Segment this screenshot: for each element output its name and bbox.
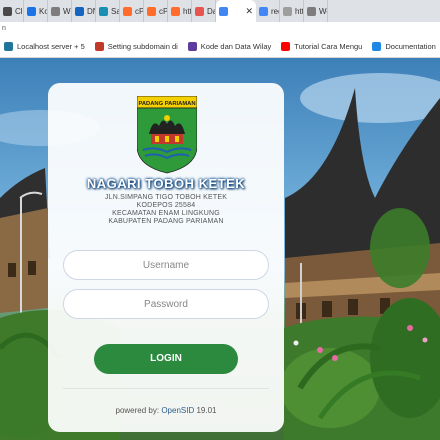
browser-tab[interactable]: Sar [96, 0, 120, 22]
browser-tab[interactable]: htt [280, 0, 304, 22]
opensid-version: 19.01 [196, 406, 217, 415]
tab-label: Clie [15, 6, 23, 16]
bookmarks-bar: Localhost server + 5 Setting subdomain di… [0, 36, 440, 58]
tab-favicon-icon [283, 6, 292, 16]
tab-favicon-icon [307, 6, 316, 16]
browser-tab[interactable]: cPa [120, 0, 144, 22]
docs-icon [372, 42, 382, 51]
tab-favicon-icon [259, 6, 268, 16]
tab-label: cPa [159, 6, 168, 16]
bookmark-item[interactable]: Setting subdomain di [94, 42, 178, 51]
bookmark-item[interactable]: Documentation [372, 42, 436, 51]
browser-tab-strip: Clie Ko Wh DN Sar cPa cPa htt Dat ✕ red htt We [0, 0, 440, 22]
bookmark-label: Tutorial Cara Mengu [294, 42, 363, 51]
svg-text:PADANG PARIAMAN: PADANG PARIAMAN [138, 101, 195, 107]
padang-pariaman-logo: PADANG PARIAMAN [137, 96, 197, 174]
address-bar[interactable]: n [0, 22, 440, 36]
bookmark-label: Setting subdomain di [107, 42, 178, 51]
address-text: n [2, 25, 6, 32]
address-line-3: KECAMATAN ENAM LINGKUNG [112, 210, 220, 217]
close-tab-icon[interactable]: ✕ [245, 6, 253, 17]
browser-tab[interactable]: htt [168, 0, 192, 22]
tab-label: red [271, 6, 279, 16]
shield-icon [187, 42, 197, 51]
tab-favicon-icon [99, 6, 108, 16]
grid-icon [94, 42, 104, 51]
tab-favicon-icon [75, 6, 84, 16]
youtube-icon [281, 42, 291, 51]
browser-tab[interactable]: Dat [192, 0, 216, 22]
browser-tab[interactable]: We [304, 0, 328, 22]
browser-tab[interactable]: cPa [144, 0, 168, 22]
village-title: NAGARI TOBOH KETEK [86, 176, 246, 191]
address-line-4: KABUPATEN PADANG PARIAMAN [108, 218, 224, 225]
tab-label: Wh [63, 6, 71, 16]
wordpress-icon [4, 42, 13, 51]
tab-favicon-icon [195, 6, 204, 16]
password-input[interactable] [63, 289, 269, 319]
powered-by-footer: powered by: OpenSID 19.01 [48, 406, 284, 415]
browser-tab[interactable]: Clie [0, 0, 24, 22]
tab-label: DN [87, 6, 95, 16]
username-input[interactable] [63, 250, 269, 280]
bookmark-label: Documentation [385, 42, 436, 51]
browser-tab[interactable]: ✕ [216, 0, 256, 22]
opensid-link[interactable]: OpenSID [161, 406, 194, 415]
bookmark-label: Localhost server + 5 [17, 42, 85, 51]
bookmark-label: Kode dan Data Wilay [200, 42, 272, 51]
tab-label: Ko [39, 6, 48, 16]
tab-label: cPa [135, 6, 144, 16]
bookmark-item[interactable]: Localhost server + 5 [4, 42, 85, 51]
tab-favicon-icon [219, 6, 228, 16]
tab-favicon-icon [51, 6, 60, 16]
browser-tab[interactable]: Wh [48, 0, 72, 22]
tab-label: htt [295, 6, 304, 16]
tab-favicon-icon [27, 6, 36, 16]
address-line-1: JLN.SIMPANG TIGO TOBOH KETEK [104, 194, 228, 201]
card-divider [63, 388, 269, 389]
login-button[interactable]: LOGIN [94, 344, 238, 374]
tab-label: We [319, 6, 327, 16]
tab-label: Dat [207, 6, 215, 16]
tab-favicon-icon [3, 6, 12, 16]
browser-tab[interactable]: red [256, 0, 280, 22]
bookmark-item[interactable]: Kode dan Data Wilay [187, 42, 272, 51]
tab-favicon-icon [123, 6, 132, 16]
browser-tab[interactable]: DN [72, 0, 96, 22]
powered-prefix: powered by: [115, 406, 160, 415]
bookmark-item[interactable]: Tutorial Cara Mengu [281, 42, 362, 51]
browser-tab[interactable]: Ko [24, 0, 48, 22]
address-line-2: KODEPOS 25584 [136, 202, 196, 209]
tab-label: Sar [111, 6, 119, 16]
tab-label: htt [183, 6, 192, 16]
tab-favicon-icon [171, 6, 180, 16]
tab-favicon-icon [147, 6, 156, 16]
